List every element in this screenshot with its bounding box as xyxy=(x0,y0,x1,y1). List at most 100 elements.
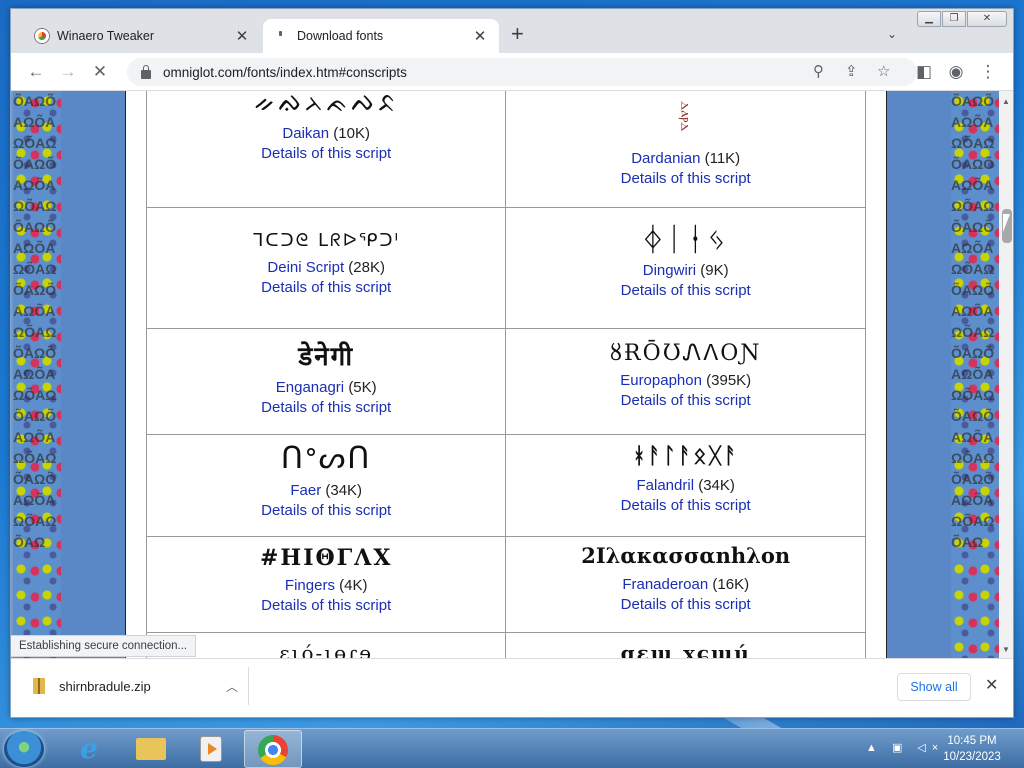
scroll-down-arrow-icon[interactable]: ▼ xyxy=(1002,645,1010,654)
script-link[interactable]: Enganagri xyxy=(276,379,344,396)
menu-kebab-icon[interactable]: ⋮ xyxy=(977,61,999,83)
script-sample: ᨀᨁᨂᨃᨄᨅ xyxy=(254,91,399,118)
script-cell: ᨀᨁᨂᨃᨄᨅ Daikan (10K) Details of this scri… xyxy=(145,91,507,208)
tab-winaero[interactable]: Winaero Tweaker ✕ xyxy=(25,19,261,53)
font-size-label: (16K) xyxy=(712,576,750,593)
start-button[interactable] xyxy=(4,731,44,767)
tab-strip: Winaero Tweaker ✕ Download fonts ✕ + ⌄ ▁… xyxy=(11,9,1013,53)
status-bubble: Establishing secure connection... xyxy=(11,635,197,657)
details-link[interactable]: Details of this script xyxy=(510,392,861,409)
decorative-border-left: ÕAΩÕAΩÕAΩÕAΩÕAΩÕAΩÕAΩÕAΩÕAΩÕAΩÕAΩÕAΩÕAΩÕ… xyxy=(13,91,61,658)
scripts-table: ᨀᨁᨂᨃᨄᨅ Daikan (10K) Details of this scri… xyxy=(145,91,866,658)
chrome-icon xyxy=(258,735,288,765)
script-sample: ⲇⲁⲣⲇ xyxy=(677,100,694,132)
new-tab-button[interactable]: + xyxy=(511,23,524,45)
show-all-button[interactable]: Show all xyxy=(897,673,971,701)
details-link[interactable]: Details of this script xyxy=(510,497,861,514)
details-link[interactable]: Details of this script xyxy=(151,145,501,162)
url-text: omniglot.com/fonts/index.htm#conscripts xyxy=(163,64,407,80)
tab-search-chevron-icon[interactable]: ⌄ xyxy=(887,27,897,41)
download-filename: shirnbradule.zip xyxy=(59,678,151,694)
details-link[interactable]: Details of this script xyxy=(151,502,501,519)
table-row: डेनेगी Enganagri (5K) Details of this sc… xyxy=(145,328,866,435)
taskbar: e ▲ ▣ ◁× 10:45 PM 10/23/2023 xyxy=(0,728,1024,768)
download-item[interactable]: shirnbradule.zip ︿ xyxy=(21,667,249,705)
decorative-border-right: ÕAΩÕAΩÕAΩÕAΩÕAΩÕAΩÕAΩÕAΩÕAΩÕAΩÕAΩÕAΩÕAΩÕ… xyxy=(951,91,999,658)
script-cell: ɑɛɰ ɣɕɰú xyxy=(505,632,866,658)
winaero-icon xyxy=(35,29,49,43)
script-sample: ᚼᚨᛚᚨᛟᚷᚨ xyxy=(632,443,739,469)
toolbar: ← → ✕ omniglot.com/fonts/index.htm#consc… xyxy=(11,53,1013,91)
file-explorer-button[interactable] xyxy=(122,730,180,768)
script-cell: ᑎᐤᔕᑎ Faer (34K) Details of this script xyxy=(145,434,507,537)
mouse-cursor-icon xyxy=(1003,214,1010,232)
script-sample: ᑎᐤᔕᑎ xyxy=(281,441,372,476)
media-player-icon xyxy=(200,736,222,762)
details-link[interactable]: Details of this script xyxy=(151,597,501,614)
font-size-label: (9K) xyxy=(700,262,729,279)
script-cell: ȣɌŌƱᏁᐱOƝ Europaphon (395K) Details of th… xyxy=(505,328,866,435)
chevron-up-icon[interactable]: ︿ xyxy=(226,678,238,695)
script-link[interactable]: Falandril xyxy=(637,477,695,494)
details-link[interactable]: Details of this script xyxy=(510,170,861,187)
details-link[interactable]: Details of this script xyxy=(510,596,861,613)
back-button[interactable]: ← xyxy=(25,61,47,83)
clock-date: 10/23/2023 xyxy=(943,751,1001,763)
font-size-label: (11K) xyxy=(704,150,741,167)
script-link[interactable]: Fingers xyxy=(285,577,335,594)
clock[interactable]: 10:45 PM 10/23/2023 xyxy=(930,733,1014,765)
script-cell: #ΗΙΘΓΛΧ Fingers (4K) Details of this scr… xyxy=(145,536,507,633)
maximize-button[interactable]: ❐ xyxy=(942,11,966,27)
close-shelf-icon[interactable]: ✕ xyxy=(985,675,998,695)
font-size-label: (395K) xyxy=(706,372,752,389)
script-sample: ᛄᛁᛂᛃ xyxy=(643,220,729,258)
stop-button[interactable]: ✕ xyxy=(89,61,111,83)
details-link[interactable]: Details of this script xyxy=(510,282,861,299)
lock-icon[interactable] xyxy=(141,64,151,79)
script-link[interactable]: Dardanian xyxy=(631,150,700,167)
side-panel-icon[interactable]: ◧ xyxy=(913,61,935,83)
font-size-label: (5K) xyxy=(348,379,377,396)
chrome-button[interactable] xyxy=(244,730,302,768)
script-link[interactable]: Franaderoan xyxy=(622,576,708,593)
script-cell: ᒣᑕᑐᘓ ᒪᖇᐅᕿᑐᑊ Deini Script (28K) Details o… xyxy=(145,207,507,329)
close-window-button[interactable]: ✕ xyxy=(967,11,1007,27)
page-margin-left xyxy=(61,91,125,658)
vertical-scrollbar[interactable]: ▲ ▼ xyxy=(999,91,1013,658)
font-size-label: (28K) xyxy=(348,259,385,276)
media-player-button[interactable] xyxy=(182,730,240,768)
bookmark-star-icon[interactable]: ☆ xyxy=(877,62,890,80)
tab-download-fonts[interactable]: Download fonts ✕ xyxy=(263,19,499,53)
profile-avatar-icon[interactable]: ◉ xyxy=(945,61,967,83)
browser-window: Winaero Tweaker ✕ Download fonts ✕ + ⌄ ▁… xyxy=(10,8,1014,718)
script-cell: ᛄᛁᛂᛃ Dingwiri (9K) Details of this scrip… xyxy=(505,207,866,329)
scroll-up-arrow-icon[interactable]: ▲ xyxy=(1002,97,1010,106)
script-link[interactable]: Daikan xyxy=(282,125,329,142)
loading-icon xyxy=(273,28,289,44)
script-cell: ⲇⲁⲣⲇ Dardanian (11K) Details of this scr… xyxy=(505,91,866,208)
share-icon[interactable]: ⇪ xyxy=(845,62,858,80)
close-tab-icon[interactable]: ✕ xyxy=(233,27,251,45)
details-link[interactable]: Details of this script xyxy=(151,279,501,296)
address-bar[interactable]: omniglot.com/fonts/index.htm#conscripts … xyxy=(127,58,917,86)
script-sample: ɑɛɰ ɣɕɰú xyxy=(620,641,751,658)
script-link[interactable]: Faer xyxy=(290,482,321,499)
search-icon[interactable]: ⚲ xyxy=(813,62,824,80)
script-link[interactable]: Deini Script xyxy=(267,259,344,276)
internet-explorer-button[interactable]: e xyxy=(60,730,118,768)
details-link[interactable]: Details of this script xyxy=(151,399,501,416)
minimize-button[interactable]: ▁ xyxy=(917,11,941,27)
font-size-label: (34K) xyxy=(325,482,363,499)
download-shelf: shirnbradule.zip ︿ Show all ✕ xyxy=(11,658,1013,717)
script-sample: 2Ιλακασσαnhλon xyxy=(581,543,791,568)
tab-label: Download fonts xyxy=(297,29,384,43)
tab-label: Winaero Tweaker xyxy=(57,29,155,43)
script-link[interactable]: Dingwiri xyxy=(643,262,696,279)
font-size-label: (34K) xyxy=(698,477,735,494)
script-cell: 2Ιλακασσαnhλon Franaderoan (16K) Details… xyxy=(505,536,866,633)
folder-icon xyxy=(136,738,166,760)
close-tab-icon[interactable]: ✕ xyxy=(471,27,489,45)
script-cell: डेनेगी Enganagri (5K) Details of this sc… xyxy=(145,328,507,435)
forward-button[interactable]: → xyxy=(57,61,79,83)
script-link[interactable]: Europaphon xyxy=(620,372,702,389)
